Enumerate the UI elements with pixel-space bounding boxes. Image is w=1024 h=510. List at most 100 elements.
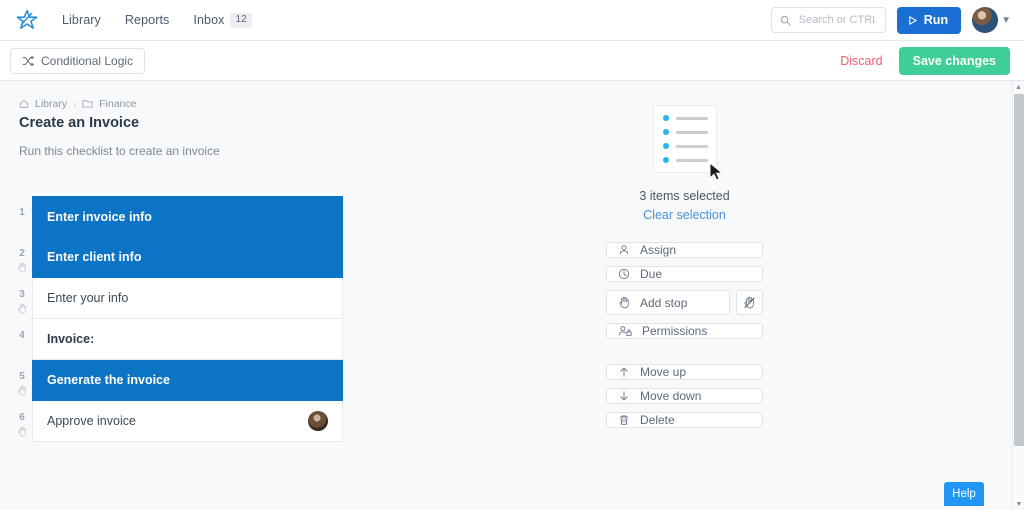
task-label: Generate the invoice bbox=[47, 373, 170, 387]
task-body[interactable]: Invoice: bbox=[32, 319, 343, 360]
task-body[interactable]: Approve invoice bbox=[32, 401, 343, 442]
due-label: Due bbox=[640, 267, 663, 281]
illustration-bar bbox=[675, 158, 708, 162]
task-number-gutter: 3 bbox=[12, 278, 32, 319]
folder-icon bbox=[82, 99, 93, 109]
task-number-gutter: 1 bbox=[12, 196, 32, 237]
cursor-arrow-icon bbox=[708, 162, 726, 182]
nav-link-reports[interactable]: Reports bbox=[125, 13, 169, 27]
clock-icon bbox=[618, 268, 630, 280]
task-row[interactable]: 5 Generate the invoice bbox=[12, 360, 343, 401]
stop-task-icon bbox=[17, 303, 27, 314]
permissions-label: Permissions bbox=[642, 324, 708, 338]
top-nav-right-cluster: Run ▼ bbox=[770, 6, 1011, 34]
trash-icon bbox=[618, 414, 630, 426]
home-icon bbox=[19, 99, 29, 109]
selection-count-label: 3 items selected bbox=[639, 189, 730, 203]
task-label: Enter your info bbox=[47, 291, 129, 305]
task-row[interactable]: 2 Enter client info bbox=[12, 237, 343, 278]
bulk-actions-panel: 3 items selected Clear selection Assign bbox=[606, 105, 763, 428]
checklist-selection-illustration bbox=[652, 105, 723, 181]
avatar bbox=[972, 7, 999, 33]
page-scrollbar[interactable]: ▲ ▼ bbox=[1012, 81, 1024, 510]
discard-button[interactable]: Discard bbox=[840, 54, 882, 68]
star-logo-icon[interactable] bbox=[14, 7, 40, 33]
save-changes-button[interactable]: Save changes bbox=[898, 46, 1010, 75]
app-window: Library Reports Inbox 12 Search or CTRL+… bbox=[0, 0, 1024, 510]
due-button[interactable]: Due bbox=[606, 266, 763, 282]
illustration-bar bbox=[675, 144, 708, 148]
task-label: Enter invoice info bbox=[47, 209, 152, 224]
shuffle-icon bbox=[22, 55, 34, 67]
search-icon bbox=[780, 15, 791, 26]
nav-link-library[interactable]: Library bbox=[62, 13, 101, 27]
page-subtitle: Run this checklist to create an invoice bbox=[19, 144, 220, 158]
task-body[interactable]: Enter invoice info bbox=[32, 196, 343, 237]
task-number-gutter: 6 bbox=[12, 401, 32, 442]
move-down-button[interactable]: Move down bbox=[606, 388, 763, 404]
conditional-logic-button[interactable]: Conditional Logic bbox=[10, 47, 146, 74]
task-body[interactable]: Enter client info bbox=[32, 237, 343, 278]
inbox-count-badge: 12 bbox=[230, 12, 252, 28]
breadcrumb: Library › Finance bbox=[19, 98, 136, 110]
top-navigation-bar: Library Reports Inbox 12 Search or CTRL+… bbox=[0, 0, 1024, 41]
page-title: Create an Invoice bbox=[19, 115, 140, 131]
task-body[interactable]: Enter your info bbox=[32, 278, 343, 319]
page-body: Library › Finance Create an Invoice Run … bbox=[0, 81, 1012, 510]
arrow-down-icon bbox=[618, 390, 630, 402]
task-label: Invoice: bbox=[47, 332, 95, 346]
stop-task-icon bbox=[17, 426, 27, 437]
delete-label: Delete bbox=[640, 413, 675, 427]
help-button[interactable]: Help bbox=[944, 482, 984, 506]
assign-label: Assign bbox=[640, 243, 677, 257]
task-row[interactable]: 4 Invoice: bbox=[12, 319, 343, 360]
scroll-down-arrow-icon[interactable]: ▼ bbox=[1013, 498, 1024, 510]
person-icon bbox=[618, 244, 630, 256]
search-input[interactable] bbox=[796, 13, 877, 27]
clear-selection-link[interactable]: Clear selection bbox=[606, 208, 763, 222]
illustration-bar bbox=[675, 130, 708, 134]
primary-nav-links: Library Reports Inbox 12 bbox=[62, 12, 252, 28]
breadcrumb-item-library[interactable]: Library bbox=[35, 98, 67, 110]
task-body[interactable]: Generate the invoice bbox=[32, 360, 343, 401]
user-menu[interactable]: ▼ bbox=[972, 7, 1011, 33]
task-label: Enter client info bbox=[47, 250, 142, 264]
move-up-button[interactable]: Move up bbox=[606, 364, 763, 380]
task-row[interactable]: 6 Approve invoice bbox=[12, 401, 343, 442]
move-down-label: Move down bbox=[640, 389, 702, 403]
assign-button[interactable]: Assign bbox=[606, 242, 763, 258]
hand-stop-slash-icon bbox=[743, 296, 756, 309]
move-up-label: Move up bbox=[640, 365, 687, 379]
task-list: 1 Enter invoice info 2 Enter client info 3 En… bbox=[12, 196, 343, 442]
stop-task-icon bbox=[17, 262, 27, 273]
delete-button[interactable]: Delete bbox=[606, 412, 763, 428]
remove-stop-button[interactable] bbox=[736, 290, 763, 315]
nav-inbox-label: Inbox bbox=[193, 13, 225, 27]
task-label: Approve invoice bbox=[47, 414, 136, 428]
add-stop-group: Add stop bbox=[606, 290, 763, 315]
bulk-action-buttons: Assign Due Add stop Permissions Move up … bbox=[606, 242, 763, 428]
illustration-bar bbox=[675, 116, 708, 120]
task-row[interactable]: 3 Enter your info bbox=[12, 278, 343, 319]
conditional-logic-label: Conditional Logic bbox=[41, 53, 134, 68]
add-stop-label: Add stop bbox=[640, 295, 688, 310]
person-lock-icon bbox=[618, 325, 632, 337]
run-button[interactable]: Run bbox=[896, 6, 962, 34]
illustration-dot bbox=[662, 157, 669, 163]
editor-toolbar: Conditional Logic Discard Save changes bbox=[0, 41, 1024, 81]
breadcrumb-item-finance[interactable]: Finance bbox=[99, 98, 136, 110]
run-button-label: Run bbox=[923, 13, 949, 27]
action-group-divider bbox=[606, 347, 763, 356]
breadcrumb-separator: › bbox=[73, 99, 77, 109]
add-stop-button[interactable]: Add stop bbox=[606, 290, 730, 315]
scroll-up-arrow-icon[interactable]: ▲ bbox=[1013, 81, 1024, 93]
task-number-gutter: 5 bbox=[12, 360, 32, 401]
permissions-button[interactable]: Permissions bbox=[606, 323, 763, 339]
task-assignee-avatar[interactable] bbox=[308, 411, 328, 431]
search-box[interactable] bbox=[770, 7, 886, 33]
scrollbar-thumb[interactable] bbox=[1014, 94, 1024, 446]
task-number: 6 bbox=[19, 412, 25, 423]
illustration-dot bbox=[662, 129, 669, 135]
nav-link-inbox[interactable]: Inbox 12 bbox=[193, 12, 252, 28]
task-row[interactable]: 1 Enter invoice info bbox=[12, 196, 343, 237]
